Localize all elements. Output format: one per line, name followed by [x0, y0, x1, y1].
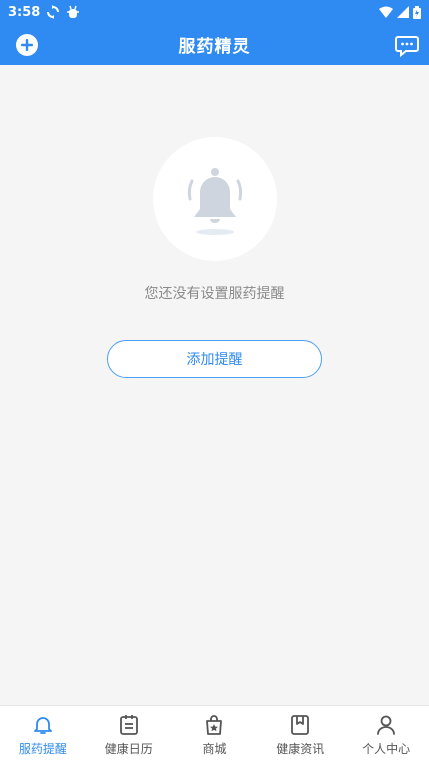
wifi-icon	[379, 6, 393, 18]
tab-label: 商城	[202, 741, 227, 756]
bug-icon	[67, 5, 80, 18]
sync-icon	[47, 5, 60, 19]
calendar-icon	[119, 714, 138, 735]
tab-label: 服药提醒	[18, 741, 67, 756]
chat-icon	[395, 36, 419, 58]
status-bar: 3:58	[0, 0, 429, 24]
tab-label: 健康资讯	[276, 741, 325, 756]
tab-news[interactable]: 健康资讯	[257, 706, 343, 763]
tab-label: 个人中心	[362, 741, 411, 756]
add-reminder-button[interactable]: 添加提醒	[107, 340, 322, 378]
empty-state: 您还没有设置服药提醒 添加提醒	[0, 65, 429, 705]
status-time: 3:58	[8, 4, 41, 20]
bookmark-icon	[291, 714, 310, 735]
battery-icon	[413, 5, 421, 19]
plus-circle-icon	[16, 34, 38, 56]
app-header: 3:58 服药精灵	[0, 0, 429, 65]
person-icon	[377, 715, 395, 735]
bottom-tab-bar: 服药提醒 健康日历 商城 健康资讯 个人中心	[0, 705, 429, 763]
tab-label: 健康日历	[104, 741, 153, 756]
add-button[interactable]	[14, 32, 40, 58]
bell-icon	[187, 168, 243, 235]
page-title: 服药精灵	[178, 37, 251, 57]
tab-reminder[interactable]: 服药提醒	[0, 706, 86, 763]
tab-calendar[interactable]: 健康日历	[86, 706, 172, 763]
tab-mall[interactable]: 商城	[172, 706, 258, 763]
signal-icon	[397, 6, 409, 18]
empty-message: 您还没有设置服药提醒	[144, 286, 285, 302]
tab-profile[interactable]: 个人中心	[343, 706, 429, 763]
title-bar: 服药精灵	[0, 24, 429, 65]
empty-illustration	[153, 137, 277, 261]
shopping-bag-icon	[206, 714, 223, 735]
message-button[interactable]	[394, 32, 420, 58]
bell-icon	[33, 716, 52, 734]
